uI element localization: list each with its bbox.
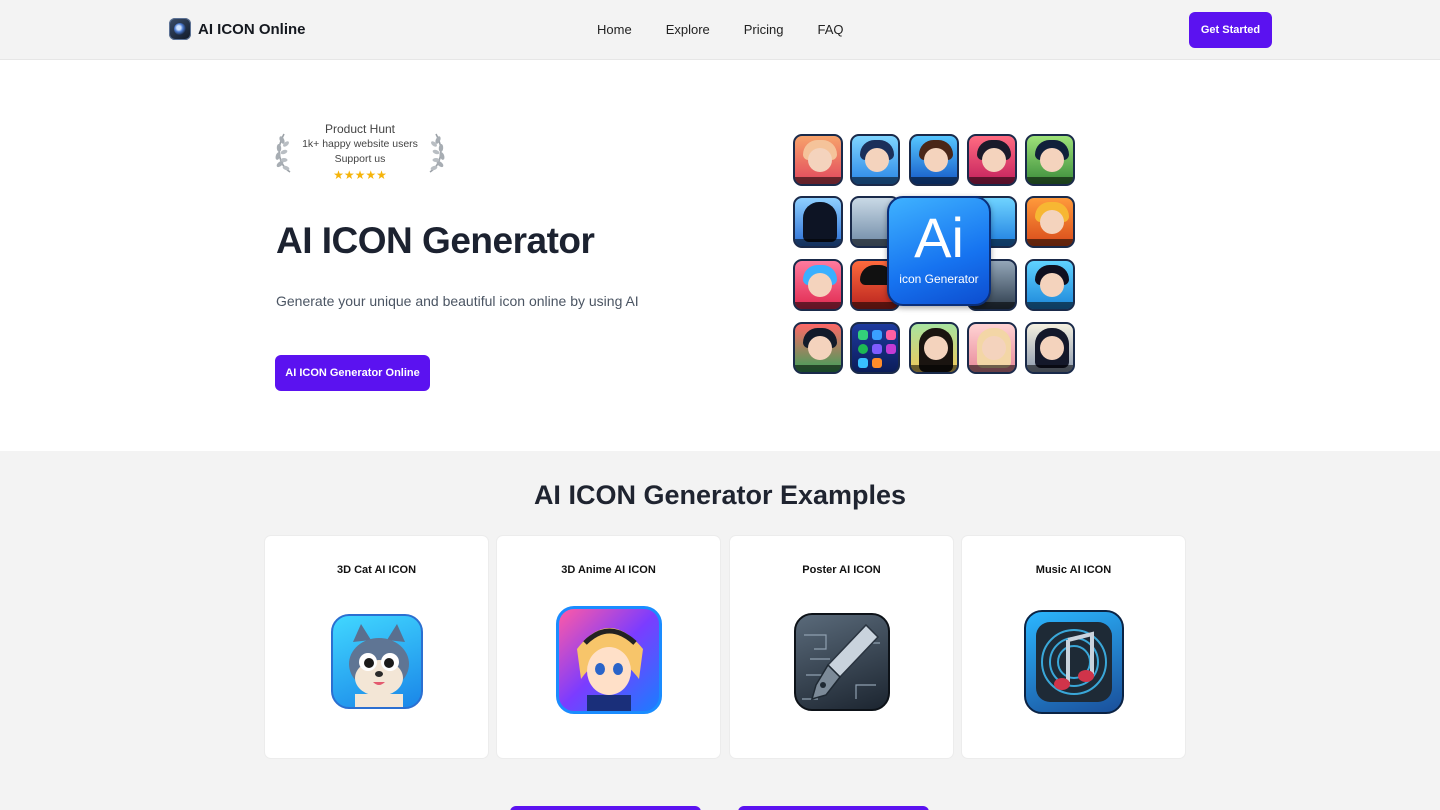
nav-faq[interactable]: FAQ [801, 22, 861, 37]
nav-explore[interactable]: Explore [649, 22, 727, 37]
anime-app-icon [909, 322, 959, 374]
hero-subtitle: Generate your unique and beautiful icon … [276, 293, 639, 309]
hero-title: AI ICON Generator [276, 220, 595, 261]
apps-grid-icon [850, 322, 900, 374]
anime-app-icon [793, 134, 843, 186]
hero-section: Product Hunt 1k+ happy website users Sup… [0, 60, 1440, 451]
card-title: Music AI ICON [1035, 564, 1112, 576]
badge-users-text: 1k+ happy website users [302, 138, 418, 150]
partial-button-left[interactable] [510, 806, 701, 810]
pen-nib-icon [793, 613, 890, 711]
ai-icon-generator-logo: Ai icon Generator [887, 196, 991, 306]
music-note-icon [1023, 610, 1124, 714]
product-hunt-badge[interactable]: Product Hunt 1k+ happy website users Sup… [274, 122, 446, 186]
logo-text: AI ICON Online [198, 20, 306, 38]
icon-collage-image: Ai icon Generator [792, 134, 1080, 384]
generator-online-button[interactable]: AI ICON Generator Online [275, 355, 430, 391]
anime-app-icon [850, 134, 900, 186]
anime-app-icon [909, 134, 959, 186]
anime-app-icon [967, 134, 1017, 186]
card-title: 3D Cat AI ICON [336, 564, 417, 576]
anime-app-icon [1025, 196, 1075, 248]
main-nav: Home Explore Pricing FAQ [580, 22, 861, 37]
rating-stars-icon: ★★★★★ [333, 168, 387, 182]
get-started-button[interactable]: Get Started [1189, 12, 1272, 48]
anime-icon [555, 606, 662, 714]
badge-support-text: Support us [334, 153, 386, 165]
example-card-music[interactable]: Music AI ICON [962, 536, 1185, 758]
partial-button-right[interactable] [738, 806, 929, 810]
badge-title: Product Hunt [324, 122, 396, 136]
logo-link[interactable]: AI ICON Online [169, 18, 306, 40]
cat-icon [330, 614, 423, 709]
anime-app-icon [1025, 322, 1075, 374]
camera-lens-icon [169, 18, 191, 40]
anime-app-icon [793, 322, 843, 374]
top-header: AI ICON Online Home Explore Pricing FAQ … [0, 0, 1440, 60]
nav-home[interactable]: Home [580, 22, 649, 37]
example-card-anime[interactable]: 3D Anime AI ICON [497, 536, 720, 758]
card-title: Poster AI ICON [802, 564, 881, 576]
anime-app-icon [793, 259, 843, 311]
example-card-cat[interactable]: 3D Cat AI ICON [265, 536, 488, 758]
example-card-poster[interactable]: Poster AI ICON [730, 536, 953, 758]
anime-app-icon [967, 322, 1017, 374]
anime-app-icon [1025, 134, 1075, 186]
anime-app-icon [1025, 259, 1075, 311]
card-title: 3D Anime AI ICON [561, 564, 656, 576]
anime-app-icon [793, 196, 843, 248]
examples-title: AI ICON Generator Examples [533, 480, 907, 510]
nav-pricing[interactable]: Pricing [727, 22, 801, 37]
